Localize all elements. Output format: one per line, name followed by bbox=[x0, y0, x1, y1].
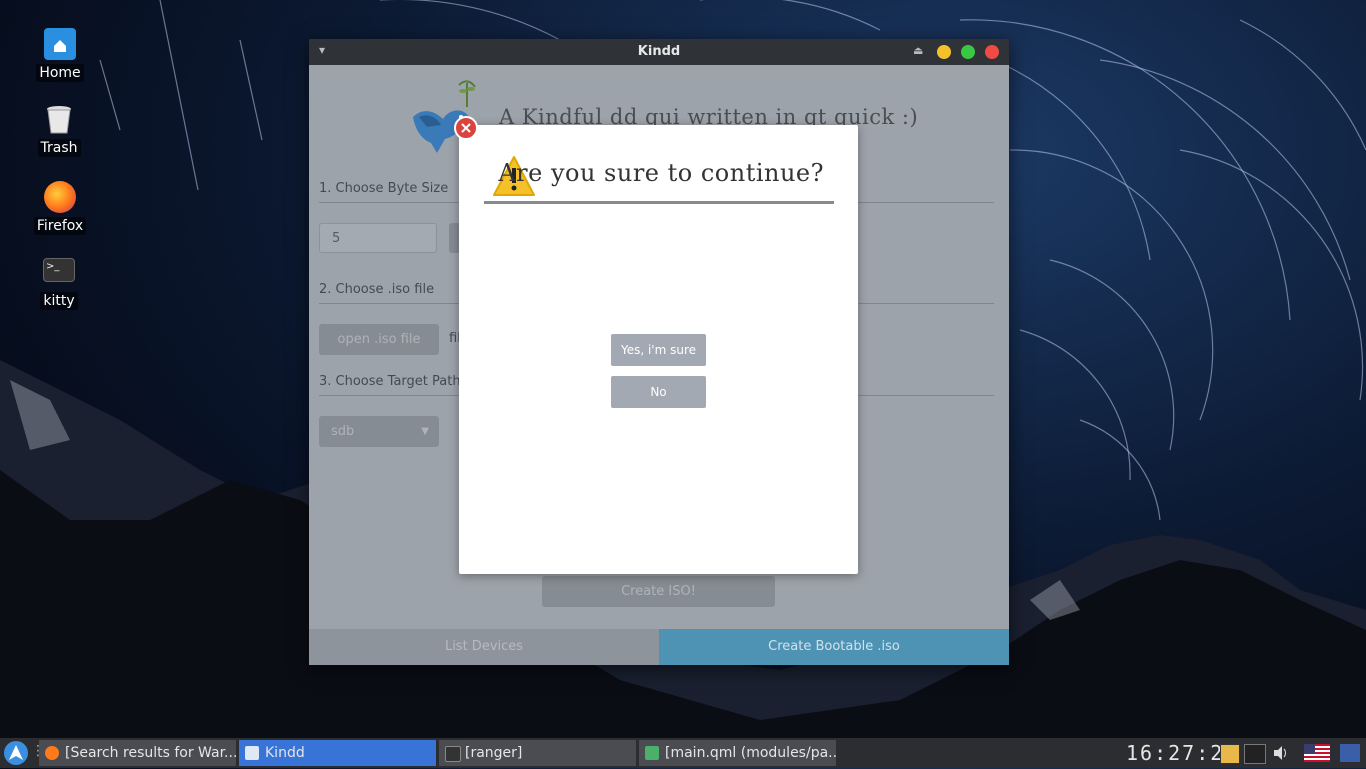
window-titlebar[interactable]: ▾ Kindd ⏏ bbox=[309, 39, 1009, 65]
clipboard-icon[interactable] bbox=[1220, 744, 1240, 764]
desktop-icon-firefox[interactable]: Firefox bbox=[20, 181, 100, 235]
show-desktop-icon[interactable] bbox=[1340, 744, 1360, 762]
maximize-button[interactable] bbox=[961, 45, 975, 59]
app-launcher-icon[interactable] bbox=[4, 741, 28, 765]
desktop-icon-home[interactable]: Home bbox=[20, 28, 100, 82]
home-folder-icon bbox=[44, 28, 76, 60]
window-title: Kindd bbox=[637, 44, 681, 59]
task-label: Kindd bbox=[265, 745, 305, 761]
shade-icon[interactable]: ⏏ bbox=[913, 44, 923, 57]
editor-icon bbox=[645, 746, 659, 760]
window-icon bbox=[245, 746, 259, 760]
desktop-icon-trash[interactable]: Trash bbox=[19, 103, 99, 157]
desktop-icon-label: kitty bbox=[40, 292, 78, 310]
task-ranger[interactable]: [ranger] bbox=[439, 740, 636, 766]
desktop-icon-label: Firefox bbox=[33, 217, 87, 235]
task-label: [Search results for War... bbox=[65, 745, 236, 761]
volume-icon[interactable] bbox=[1272, 744, 1290, 762]
task-label: [ranger] bbox=[465, 745, 523, 761]
desktop-icon-kitty[interactable]: >_ kitty bbox=[19, 258, 99, 310]
desktop-icon-label: Home bbox=[36, 64, 84, 82]
target-path-select[interactable]: sdb ▼ bbox=[319, 416, 439, 447]
taskbar: ⋮ [Search results for War... Kindd [rang… bbox=[0, 738, 1366, 768]
task-kindd[interactable]: Kindd bbox=[239, 740, 436, 766]
open-iso-button[interactable]: open .iso file bbox=[319, 324, 439, 355]
desktop-icon-label: Trash bbox=[37, 139, 81, 157]
task-firefox[interactable]: [Search results for War... bbox=[39, 740, 236, 766]
close-window-button[interactable] bbox=[985, 45, 999, 59]
create-iso-button[interactable]: Create ISO! bbox=[542, 576, 775, 607]
firefox-icon bbox=[45, 746, 59, 760]
task-label: [main.qml (modules/pa... bbox=[665, 745, 836, 761]
trash-icon bbox=[43, 103, 75, 135]
target-path-value: sdb bbox=[331, 424, 355, 439]
byte-size-input[interactable]: 5 bbox=[319, 223, 437, 253]
tab-list-devices[interactable]: List Devices bbox=[309, 629, 659, 665]
yes-button[interactable]: Yes, i'm sure bbox=[611, 334, 706, 366]
dialog-header: Are you sure to continue? bbox=[484, 153, 834, 204]
tab-create-bootable-iso[interactable]: Create Bootable .iso bbox=[659, 629, 1009, 665]
no-button[interactable]: No bbox=[611, 376, 706, 408]
terminal-icon bbox=[445, 746, 461, 762]
terminal-icon: >_ bbox=[43, 258, 75, 282]
bottom-tab-bar: List Devices Create Bootable .iso bbox=[309, 629, 1009, 665]
firefox-icon bbox=[44, 181, 76, 213]
minimize-button[interactable] bbox=[937, 45, 951, 59]
chevron-down-icon: ▼ bbox=[421, 426, 429, 437]
task-editor[interactable]: [main.qml (modules/pa... bbox=[639, 740, 836, 766]
dialog-close-button[interactable] bbox=[454, 116, 478, 140]
keyboard-layout-flag-icon[interactable] bbox=[1304, 744, 1330, 762]
confirm-dialog: Are you sure to continue? Yes, i'm sure … bbox=[459, 125, 858, 574]
dialog-title: Are you sure to continue? bbox=[498, 159, 824, 187]
system-monitor-icon[interactable] bbox=[1244, 744, 1266, 764]
